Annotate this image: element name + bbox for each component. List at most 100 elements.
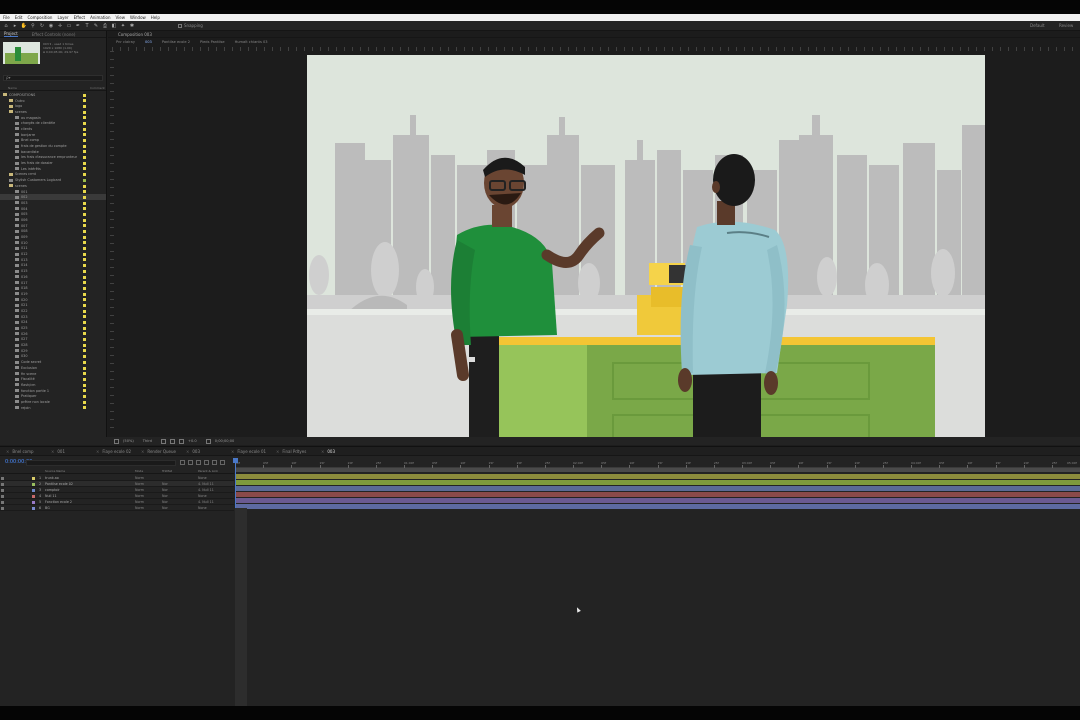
- layer-name[interactable]: Fonction ecole 2: [45, 500, 72, 504]
- timeline-tab[interactable]: × 001: [51, 449, 96, 454]
- label-color-swatch[interactable]: [83, 281, 86, 285]
- layer-trkmat-select[interactable]: Nor: [162, 488, 168, 492]
- layer-parent-select[interactable]: None: [198, 506, 207, 510]
- label-color-swatch[interactable]: [83, 406, 86, 410]
- rotate-tool-icon[interactable]: ↻: [39, 23, 45, 29]
- layer-parent-select[interactable]: 4. Null 11: [198, 500, 214, 504]
- timeline-tab[interactable]: × 003: [186, 449, 231, 454]
- breadcrumb-item[interactable]: Pieds Pantilse: [200, 40, 225, 44]
- resolution-select[interactable]: Third: [143, 439, 152, 443]
- menu-item-window[interactable]: Window: [130, 15, 146, 20]
- label-color-swatch[interactable]: [83, 150, 86, 154]
- label-color-swatch[interactable]: [83, 360, 86, 364]
- layer-label-color[interactable]: [32, 500, 35, 504]
- label-color-swatch[interactable]: [83, 167, 86, 171]
- layer-mode-select[interactable]: Norm: [135, 488, 144, 492]
- tab-composition[interactable]: Composition 003: [118, 32, 152, 37]
- column-parent[interactable]: Parent & Link: [198, 469, 218, 473]
- column-trkmat[interactable]: TrkMat: [162, 469, 172, 473]
- close-icon[interactable]: ×: [141, 449, 144, 454]
- label-color-swatch[interactable]: [83, 269, 86, 273]
- pan-behind-tool-icon[interactable]: ✛: [57, 23, 63, 29]
- label-color-swatch[interactable]: [83, 201, 86, 205]
- breadcrumb-item[interactable]: Pantilse ecole 2: [162, 40, 190, 44]
- timeline-tab[interactable]: × Render Queue: [141, 449, 186, 454]
- close-icon[interactable]: ×: [51, 449, 54, 454]
- pen-tool-icon[interactable]: ✒: [75, 23, 81, 29]
- eye-icon[interactable]: [1, 494, 4, 498]
- menu-item-edit[interactable]: Edit: [15, 15, 23, 20]
- close-icon[interactable]: ×: [6, 449, 9, 454]
- project-item[interactable]: rejoin: [0, 405, 106, 411]
- layer-trkmat-select[interactable]: Nor: [162, 506, 168, 510]
- label-color-swatch[interactable]: [83, 326, 86, 330]
- label-color-swatch[interactable]: [83, 355, 86, 359]
- label-color-swatch[interactable]: [83, 303, 86, 307]
- label-color-swatch[interactable]: [83, 247, 86, 251]
- label-color-swatch[interactable]: [83, 252, 86, 256]
- timeline-tab[interactable]: × 003: [321, 449, 366, 454]
- menu-item-view[interactable]: View: [116, 15, 126, 20]
- menu-item-help[interactable]: Help: [151, 15, 160, 20]
- work-area-bar[interactable]: [235, 468, 1080, 472]
- label-color-swatch[interactable]: [83, 394, 86, 398]
- layer-duration-bar[interactable]: [235, 504, 1080, 509]
- layer-mode-select[interactable]: Norm: [135, 494, 144, 498]
- label-color-swatch[interactable]: [83, 349, 86, 353]
- label-color-swatch[interactable]: [83, 372, 86, 376]
- breadcrumb-item-current[interactable]: 003: [145, 40, 152, 44]
- eye-icon[interactable]: [1, 476, 4, 480]
- layer-name[interactable]: comptoir: [45, 488, 60, 492]
- label-color-swatch[interactable]: [83, 224, 86, 228]
- label-color-swatch[interactable]: [83, 139, 86, 142]
- layer-label-color[interactable]: [32, 506, 35, 510]
- camera-icon[interactable]: [205, 438, 211, 444]
- transparency-grid-icon[interactable]: [160, 438, 166, 444]
- time-ruler[interactable]: 00f 05f 10f 15f 20f 25f 01:00f 05f 10f 15f 20f 25f 0…: [235, 458, 1080, 468]
- label-color-swatch[interactable]: [83, 161, 86, 165]
- label-color-swatch[interactable]: [83, 116, 86, 120]
- layer-name[interactable]: BG: [45, 506, 50, 510]
- clone-stamp-tool-icon[interactable]: ⎙: [102, 23, 108, 29]
- layer-trkmat-select[interactable]: Nor: [162, 494, 168, 498]
- label-color-swatch[interactable]: [83, 110, 86, 114]
- label-color-swatch[interactable]: [83, 235, 86, 239]
- label-color-swatch[interactable]: [83, 173, 86, 177]
- composition-canvas[interactable]: [307, 55, 985, 437]
- layer-label-color[interactable]: [32, 488, 35, 492]
- layer-parent-select[interactable]: 4. Null 11: [198, 482, 214, 486]
- motion-blur-icon[interactable]: [212, 460, 217, 465]
- label-color-swatch[interactable]: [83, 156, 86, 160]
- magnification-select[interactable]: (50%): [123, 439, 134, 443]
- label-color-swatch[interactable]: [83, 99, 86, 103]
- snapping-toggle[interactable]: Snapping: [178, 23, 203, 28]
- label-color-swatch[interactable]: [83, 241, 86, 245]
- layer-duration-bar[interactable]: [235, 480, 1080, 485]
- layer-duration-bar[interactable]: [235, 486, 1080, 491]
- layer-name[interactable]: trunk.ao: [45, 476, 59, 480]
- home-icon[interactable]: ⌂: [3, 23, 9, 29]
- layer-label-color[interactable]: [32, 476, 35, 480]
- label-color-swatch[interactable]: [83, 258, 86, 262]
- hand-tool-icon[interactable]: ✋: [21, 23, 27, 29]
- current-time-display[interactable]: 0;00;00;00: [215, 439, 235, 443]
- layer-parent-select[interactable]: None: [198, 494, 207, 498]
- column-name[interactable]: Name: [8, 86, 17, 90]
- label-color-swatch[interactable]: [83, 207, 86, 211]
- menu-item-composition[interactable]: Composition: [27, 15, 52, 20]
- label-color-swatch[interactable]: [83, 218, 86, 222]
- layer-duration-bar[interactable]: [235, 492, 1080, 497]
- label-color-swatch[interactable]: [83, 212, 86, 216]
- workspace-default[interactable]: Default: [1030, 23, 1045, 28]
- layer-mode-select[interactable]: Norm: [135, 476, 144, 480]
- close-icon[interactable]: ×: [276, 449, 279, 454]
- label-color-swatch[interactable]: [83, 264, 86, 268]
- layer-trkmat-select[interactable]: Nor: [162, 482, 168, 486]
- always-preview-icon[interactable]: [114, 438, 119, 444]
- label-color-swatch[interactable]: [83, 383, 86, 387]
- shy-layers-icon[interactable]: [196, 460, 201, 465]
- layer-mode-select[interactable]: Norm: [135, 482, 144, 486]
- layer-name[interactable]: Null 11: [45, 494, 57, 498]
- project-search-input[interactable]: ρ▾: [3, 75, 103, 81]
- timeline-search-input[interactable]: [26, 460, 176, 466]
